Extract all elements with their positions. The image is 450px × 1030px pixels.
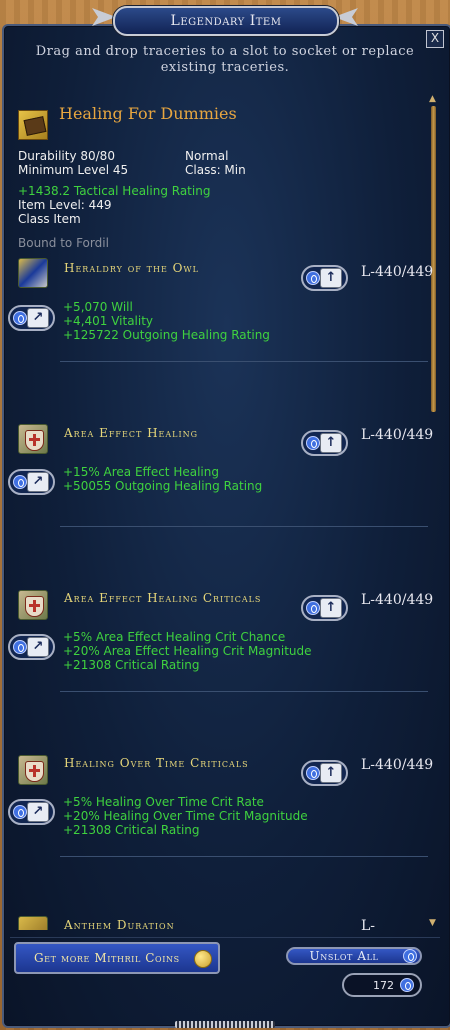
tracery-level: L-440/449 (361, 427, 434, 443)
tracery-divider (60, 361, 428, 362)
item-name: Healing For Dummies (59, 104, 237, 123)
owl-heraldry-icon[interactable] (18, 258, 48, 288)
scroll-down-arrow-icon[interactable]: ▼ (429, 918, 436, 928)
upgrade-arrow-button[interactable]: ↑ (320, 268, 342, 288)
mithril-coin-icon (13, 805, 27, 819)
mithril-coin-count: 172 (342, 973, 422, 997)
healing-shield-icon[interactable] (18, 590, 48, 620)
resize-grip[interactable] (175, 1021, 275, 1028)
durability-text: Durability 80/80 (18, 149, 115, 163)
tracery-level: L-440/449 (361, 757, 434, 773)
tracery-name: Area Effect Healing Criticals (64, 591, 262, 605)
tracery-stat: +4,401 Vitality (63, 314, 154, 328)
item-level-text: Item Level: 449 (18, 198, 112, 212)
swap-tracery-button[interactable]: ↗ (27, 308, 49, 328)
left-wing-ornament (90, 6, 116, 28)
unslot-all-button[interactable]: Unslot All (286, 947, 422, 965)
mithril-coin-icon (306, 436, 320, 450)
min-level-text: Minimum Level 45 (18, 163, 129, 177)
mithril-coin-icon (306, 271, 320, 285)
unslot-all-label: Unslot All (309, 949, 379, 963)
bound-text: Bound to Fordil (18, 236, 109, 250)
tracery-level: L-440/449 (361, 264, 434, 280)
swap-button-group: ↗ (8, 305, 55, 331)
window-title-plate[interactable]: Legendary Item (113, 6, 339, 36)
tracery-stat: +5% Area Effect Healing Crit Chance (63, 630, 286, 644)
mithril-coin-icon (403, 949, 417, 963)
tracery-divider (60, 691, 428, 692)
upgrade-button-group: ↑ (301, 760, 348, 786)
upgrade-arrow-button[interactable]: ↑ (320, 433, 342, 453)
healing-shield-icon[interactable] (18, 755, 48, 785)
healing-shield-icon[interactable] (18, 424, 48, 454)
tracery-level: L-440/449 (361, 918, 376, 930)
gold-coin-icon (194, 950, 212, 968)
upgrade-button-group: ↑ (301, 430, 348, 456)
book-icon[interactable] (18, 110, 48, 140)
anthem-icon[interactable] (18, 916, 48, 930)
tracery-stat: +5% Healing Over Time Crit Rate (63, 795, 264, 809)
tracery-stat: +20% Area Effect Healing Crit Magnitude (63, 644, 312, 658)
coin-count-value: 172 (373, 978, 394, 992)
swap-button-group: ↗ (8, 469, 55, 495)
instructions-text: Drag and drop traceries to a slot to soc… (35, 44, 415, 75)
class-requirement-text: Class: Min (185, 163, 246, 177)
tracery-stat: +50055 Outgoing Healing Rating (63, 479, 263, 493)
upgrade-button-group: ↑ (301, 595, 348, 621)
tracery-stat: +21308 Critical Rating (63, 823, 200, 837)
mithril-coin-icon (13, 475, 27, 489)
tracery-name: Area Effect Healing (64, 426, 199, 440)
footer-divider (10, 937, 440, 938)
swap-button-group: ↗ (8, 634, 55, 660)
mithril-coin-icon (13, 640, 27, 654)
tracery-name: Heraldry of the Owl (64, 261, 199, 275)
swap-tracery-button[interactable]: ↗ (27, 637, 49, 657)
tracery-divider (60, 526, 428, 527)
item-bonus-stat: +1438.2 Tactical Healing Rating (18, 184, 211, 198)
mithril-coin-icon (306, 766, 320, 780)
tracery-divider (60, 856, 428, 857)
swap-button-group: ↗ (8, 799, 55, 825)
tracery-row-partial: Anthem Duration L-440/449 (10, 912, 428, 930)
mithril-coin-icon (306, 601, 320, 615)
scrollbar-thumb[interactable] (431, 106, 436, 412)
get-mithril-coins-button[interactable]: Get more Mithril Coins (14, 942, 220, 974)
upgrade-arrow-button[interactable]: ↑ (320, 598, 342, 618)
mithril-coin-icon (400, 978, 414, 992)
tracery-name: Anthem Duration (64, 918, 175, 930)
swap-tracery-button[interactable]: ↗ (27, 472, 49, 492)
tracery-stat: +15% Area Effect Healing (63, 465, 219, 479)
tracery-stat: +5,070 Will (63, 300, 133, 314)
get-mithril-coins-label: Get more Mithril Coins (34, 951, 180, 965)
tracery-stat: +21308 Critical Rating (63, 658, 200, 672)
tracery-level: L-440/449 (361, 592, 434, 608)
item-category-text: Class Item (18, 212, 81, 226)
swap-tracery-button[interactable]: ↗ (27, 802, 49, 822)
window-title: Legendary Item (170, 13, 282, 29)
upgrade-arrow-button[interactable]: ↑ (320, 763, 342, 783)
tracery-stat: +125722 Outgoing Healing Rating (63, 328, 270, 342)
close-button[interactable]: X (426, 30, 444, 48)
tracery-name: Healing Over Time Criticals (64, 756, 249, 770)
tracery-stat: +20% Healing Over Time Crit Magnitude (63, 809, 308, 823)
quality-text: Normal (185, 149, 229, 163)
mithril-coin-icon (13, 311, 27, 325)
upgrade-button-group: ↑ (301, 265, 348, 291)
scroll-up-arrow-icon[interactable]: ▲ (429, 94, 436, 104)
